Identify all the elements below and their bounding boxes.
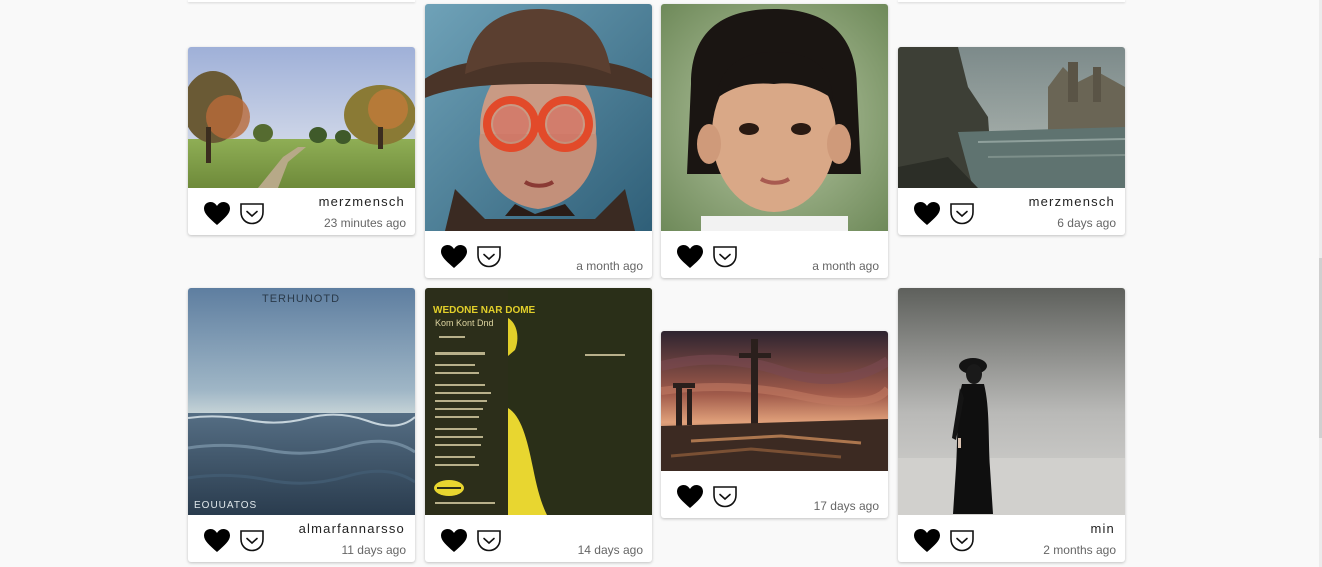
card-image[interactable]: [661, 4, 888, 231]
like-button[interactable]: [440, 244, 468, 269]
figure-studio-image: [898, 288, 1125, 515]
card-timestamp: a month ago: [812, 259, 879, 273]
sunset-ruins-image: [661, 331, 888, 471]
card-author[interactable]: merzmensch: [1029, 194, 1115, 209]
ruined-city-image: [898, 47, 1125, 188]
pocket-save-icon: [240, 530, 264, 552]
save-button[interactable]: [239, 202, 265, 225]
card-footer: 17 days ago: [661, 471, 888, 518]
card-image[interactable]: TERHUNOTD EOUUATOS: [188, 288, 415, 515]
gallery-card[interactable]: WEDONE NAR DOME Kom Kont Dnd 14 days ago: [425, 288, 652, 562]
image-gallery: merzmensch 23 minutes ago a month ago a …: [0, 0, 1322, 567]
pocket-save-icon: [950, 203, 974, 225]
heart-icon: [441, 245, 467, 268]
save-button[interactable]: [712, 485, 738, 508]
card-image[interactable]: WEDONE NAR DOME Kom Kont Dnd: [425, 288, 652, 515]
card-timestamp: 14 days ago: [577, 543, 643, 557]
gallery-card[interactable]: 17 days ago: [661, 331, 888, 518]
save-button[interactable]: [712, 245, 738, 268]
card-author[interactable]: min: [1090, 521, 1115, 536]
card-timestamp: a month ago: [576, 259, 643, 273]
like-button[interactable]: [676, 484, 704, 509]
landscape-image: [188, 47, 415, 188]
like-button[interactable]: [913, 201, 941, 226]
sea-bottom-text: EOUUATOS: [194, 500, 257, 511]
card-footer: min 2 months ago: [898, 515, 1125, 562]
heart-icon: [914, 202, 940, 225]
like-button[interactable]: [676, 244, 704, 269]
pocket-save-icon: [240, 203, 264, 225]
like-button[interactable]: [203, 528, 231, 553]
heart-icon: [914, 529, 940, 552]
save-button[interactable]: [476, 245, 502, 268]
pocket-save-icon: [950, 530, 974, 552]
card-footer: merzmensch 23 minutes ago: [188, 188, 415, 235]
pocket-save-icon: [477, 246, 501, 268]
card-image[interactable]: [188, 47, 415, 188]
card-timestamp: 6 days ago: [1057, 216, 1116, 230]
heart-icon: [677, 245, 703, 268]
card-image[interactable]: [425, 4, 652, 231]
gallery-card[interactable]: merzmensch 23 minutes ago: [188, 47, 415, 235]
card-image[interactable]: [898, 47, 1125, 188]
gallery-card[interactable]: a month ago: [425, 4, 652, 278]
stormy-sea-image: TERHUNOTD EOUUATOS: [188, 288, 415, 515]
girl-portrait-image: [661, 4, 888, 231]
card-footer: a month ago: [661, 231, 888, 278]
gallery-card[interactable]: TERHUNOTD EOUUATOS almarfannarsso 11 day…: [188, 288, 415, 562]
gallery-card[interactable]: a month ago: [661, 4, 888, 278]
portrait-painting-image: [425, 4, 652, 231]
like-button[interactable]: [913, 528, 941, 553]
card-top-edge: [188, 0, 415, 2]
save-button[interactable]: [239, 529, 265, 552]
save-button[interactable]: [949, 529, 975, 552]
gallery-card[interactable]: merzmensch 6 days ago: [898, 47, 1125, 235]
card-timestamp: 11 days ago: [341, 543, 407, 557]
poster-title: WEDONE NAR DOME: [433, 305, 536, 316]
save-button[interactable]: [949, 202, 975, 225]
card-footer: almarfannarsso 11 days ago: [188, 515, 415, 562]
card-footer: a month ago: [425, 231, 652, 278]
pocket-save-icon: [477, 530, 501, 552]
card-image[interactable]: [661, 331, 888, 471]
poster-subtitle: Kom Kont Dnd: [435, 318, 494, 328]
card-timestamp: 2 months ago: [1043, 543, 1116, 557]
pocket-save-icon: [713, 246, 737, 268]
heart-icon: [677, 485, 703, 508]
card-author[interactable]: merzmensch: [319, 194, 405, 209]
card-image[interactable]: [898, 288, 1125, 515]
card-timestamp: 17 days ago: [813, 499, 879, 513]
heart-icon: [204, 202, 230, 225]
heart-icon: [204, 529, 230, 552]
card-author[interactable]: almarfannarsso: [299, 521, 405, 536]
sea-top-text: TERHUNOTD: [262, 293, 340, 305]
card-top-edge: [898, 0, 1125, 2]
heart-icon: [441, 529, 467, 552]
card-timestamp: 23 minutes ago: [323, 216, 406, 230]
card-footer: 14 days ago: [425, 515, 652, 562]
like-button[interactable]: [203, 201, 231, 226]
like-button[interactable]: [440, 528, 468, 553]
gallery-card[interactable]: min 2 months ago: [898, 288, 1125, 562]
poster-image: WEDONE NAR DOME Kom Kont Dnd: [425, 288, 652, 515]
pocket-save-icon: [713, 486, 737, 508]
save-button[interactable]: [476, 529, 502, 552]
card-footer: merzmensch 6 days ago: [898, 188, 1125, 235]
